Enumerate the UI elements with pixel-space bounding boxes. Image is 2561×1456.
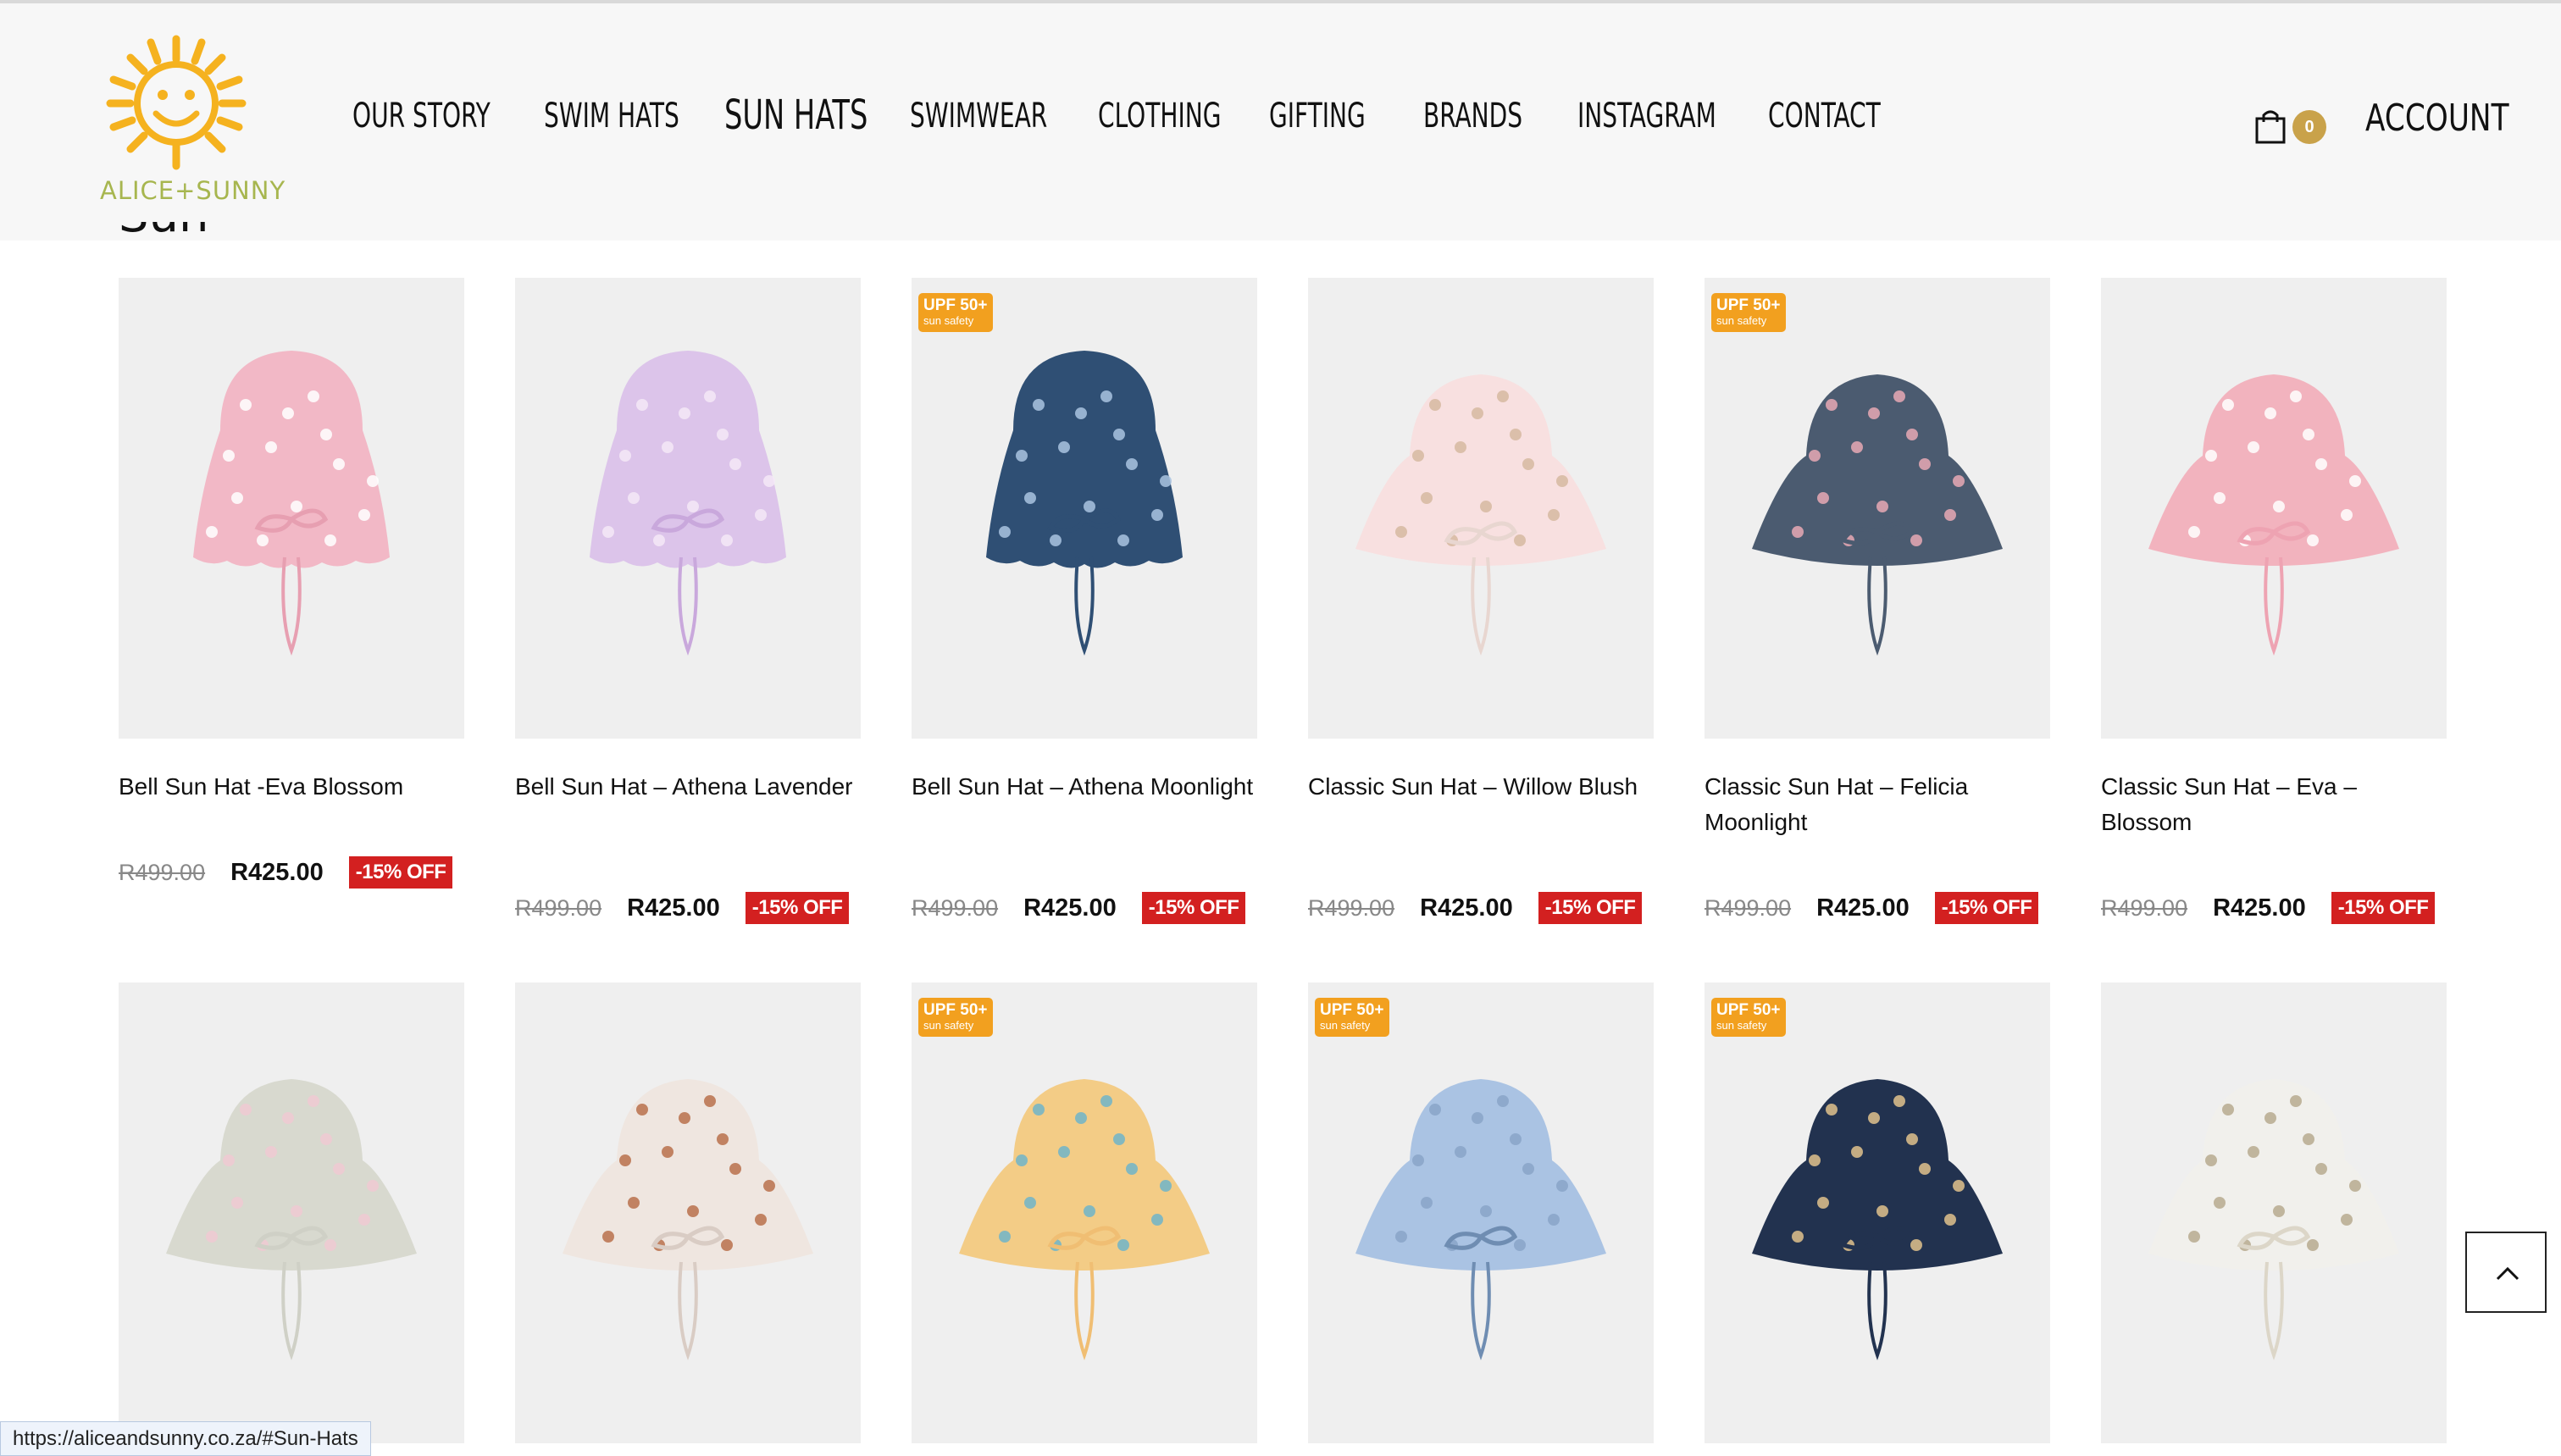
product-image[interactable]: UPF 50+ sun safety xyxy=(1705,278,2050,739)
nav-swim-hats[interactable]: Swim Hats xyxy=(544,97,679,136)
nav-brands[interactable]: Brands xyxy=(1423,97,1522,136)
product-title[interactable]: Bell Sun Hat -Eva Blossom xyxy=(119,769,464,805)
price-row: R499.00 R425.00 -15% OFF xyxy=(912,889,1267,927)
upf-badge-line1: UPF 50+ xyxy=(923,296,988,314)
upf-badge-line2: sun safety xyxy=(923,314,974,327)
product-image[interactable]: UPF 50+ sun safety xyxy=(1308,983,1654,1443)
discount-badge: -15% OFF xyxy=(348,856,453,889)
upf-badge: UPF 50+ sun safety xyxy=(1711,293,1786,332)
account-link[interactable]: Account xyxy=(2365,97,2509,140)
sale-price: R425.00 xyxy=(627,894,720,922)
upf-badge: UPF 50+ sun safety xyxy=(1711,998,1786,1037)
product-image[interactable] xyxy=(119,983,464,1443)
original-price: R499.00 xyxy=(515,894,602,921)
chevron-up-icon xyxy=(2496,1266,2519,1281)
original-price: R499.00 xyxy=(912,894,999,921)
status-bar-url: https://aliceandsunny.co.za/#Sun-Hats xyxy=(0,1421,371,1456)
site-header: ALICE+SUNNY Our Story Swim Hats Sun Hats… xyxy=(0,3,2561,241)
sale-price: R425.00 xyxy=(1023,894,1117,922)
upf-badge-line2: sun safety xyxy=(1320,1019,1371,1032)
site-logo[interactable]: ALICE+SUNNY xyxy=(100,34,286,216)
nav-our-story[interactable]: Our Story xyxy=(352,97,491,136)
upf-badge: UPF 50+ sun safety xyxy=(1315,998,1389,1037)
product-title[interactable]: Classic Sun Hat – Eva – Blossom xyxy=(2101,769,2447,840)
upf-badge-line2: sun safety xyxy=(1716,1019,1767,1032)
section-heading: Sun Hats xyxy=(119,222,322,241)
price-row: R499.00 R425.00 -15% OFF xyxy=(119,854,474,891)
upf-badge: UPF 50+ sun safety xyxy=(918,998,993,1037)
shopping-bag-icon[interactable] xyxy=(2253,108,2287,146)
discount-badge: -15% OFF xyxy=(1141,892,1246,924)
price-row: R499.00 R425.00 -15% OFF xyxy=(2101,889,2457,927)
product-title[interactable]: Bell Sun Hat – Athena Moonlight xyxy=(912,769,1257,805)
product-image[interactable] xyxy=(2101,278,2447,739)
product-image[interactable]: UPF 50+ sun safety xyxy=(912,983,1257,1443)
original-price: R499.00 xyxy=(119,859,206,885)
product-title[interactable]: Classic Sun Hat – Felicia Moonlight xyxy=(1705,769,2050,840)
back-to-top-button[interactable] xyxy=(2465,1232,2547,1313)
upf-badge-line1: UPF 50+ xyxy=(923,1001,988,1019)
discount-badge: -15% OFF xyxy=(745,892,850,924)
product-image[interactable] xyxy=(515,983,861,1443)
original-price: R499.00 xyxy=(1705,894,1792,921)
logo-wordmark: ALICE+SUNNY xyxy=(100,176,286,205)
sun-logo-icon xyxy=(106,35,247,170)
discount-badge: -15% OFF xyxy=(1538,892,1643,924)
product-image[interactable] xyxy=(1308,278,1654,739)
upf-badge-line1: UPF 50+ xyxy=(1716,1001,1781,1019)
product-image[interactable]: UPF 50+ sun safety xyxy=(912,278,1257,739)
product-image[interactable] xyxy=(119,278,464,739)
sale-price: R425.00 xyxy=(1420,894,1513,922)
nav-swimwear[interactable]: Swimwear xyxy=(910,97,1047,136)
nav-clothing[interactable]: Clothing xyxy=(1098,97,1221,136)
upf-badge-line1: UPF 50+ xyxy=(1320,1001,1384,1019)
nav-contact[interactable]: Contact xyxy=(1768,97,1881,136)
sale-price: R425.00 xyxy=(2213,894,2306,922)
upf-badge: UPF 50+ sun safety xyxy=(918,293,993,332)
original-price: R499.00 xyxy=(1308,894,1395,921)
product-title[interactable]: Classic Sun Hat – Willow Blush xyxy=(1308,769,1654,805)
sale-price: R425.00 xyxy=(1816,894,1910,922)
nav-instagram[interactable]: Instagram xyxy=(1577,97,1716,136)
nav-sun-hats[interactable]: Sun Hats xyxy=(724,91,868,139)
product-image[interactable] xyxy=(2101,983,2447,1443)
product-image[interactable] xyxy=(515,278,861,739)
discount-badge: -15% OFF xyxy=(1934,892,2039,924)
price-row: R499.00 R425.00 -15% OFF xyxy=(515,889,871,927)
cart-count-badge[interactable]: 0 xyxy=(2292,110,2326,144)
discount-badge: -15% OFF xyxy=(2331,892,2436,924)
sale-price: R425.00 xyxy=(230,858,324,886)
original-price: R499.00 xyxy=(2101,894,2188,921)
price-row: R499.00 R425.00 -15% OFF xyxy=(1705,889,2060,927)
upf-badge-line2: sun safety xyxy=(923,1019,974,1032)
upf-badge-line1: UPF 50+ xyxy=(1716,296,1781,314)
price-row: R499.00 R425.00 -15% OFF xyxy=(1308,889,1664,927)
nav-gifting[interactable]: Gifting xyxy=(1269,97,1366,136)
product-image[interactable]: UPF 50+ sun safety xyxy=(1705,983,2050,1443)
upf-badge-line2: sun safety xyxy=(1716,314,1767,327)
product-title[interactable]: Bell Sun Hat – Athena Lavender xyxy=(515,769,861,805)
